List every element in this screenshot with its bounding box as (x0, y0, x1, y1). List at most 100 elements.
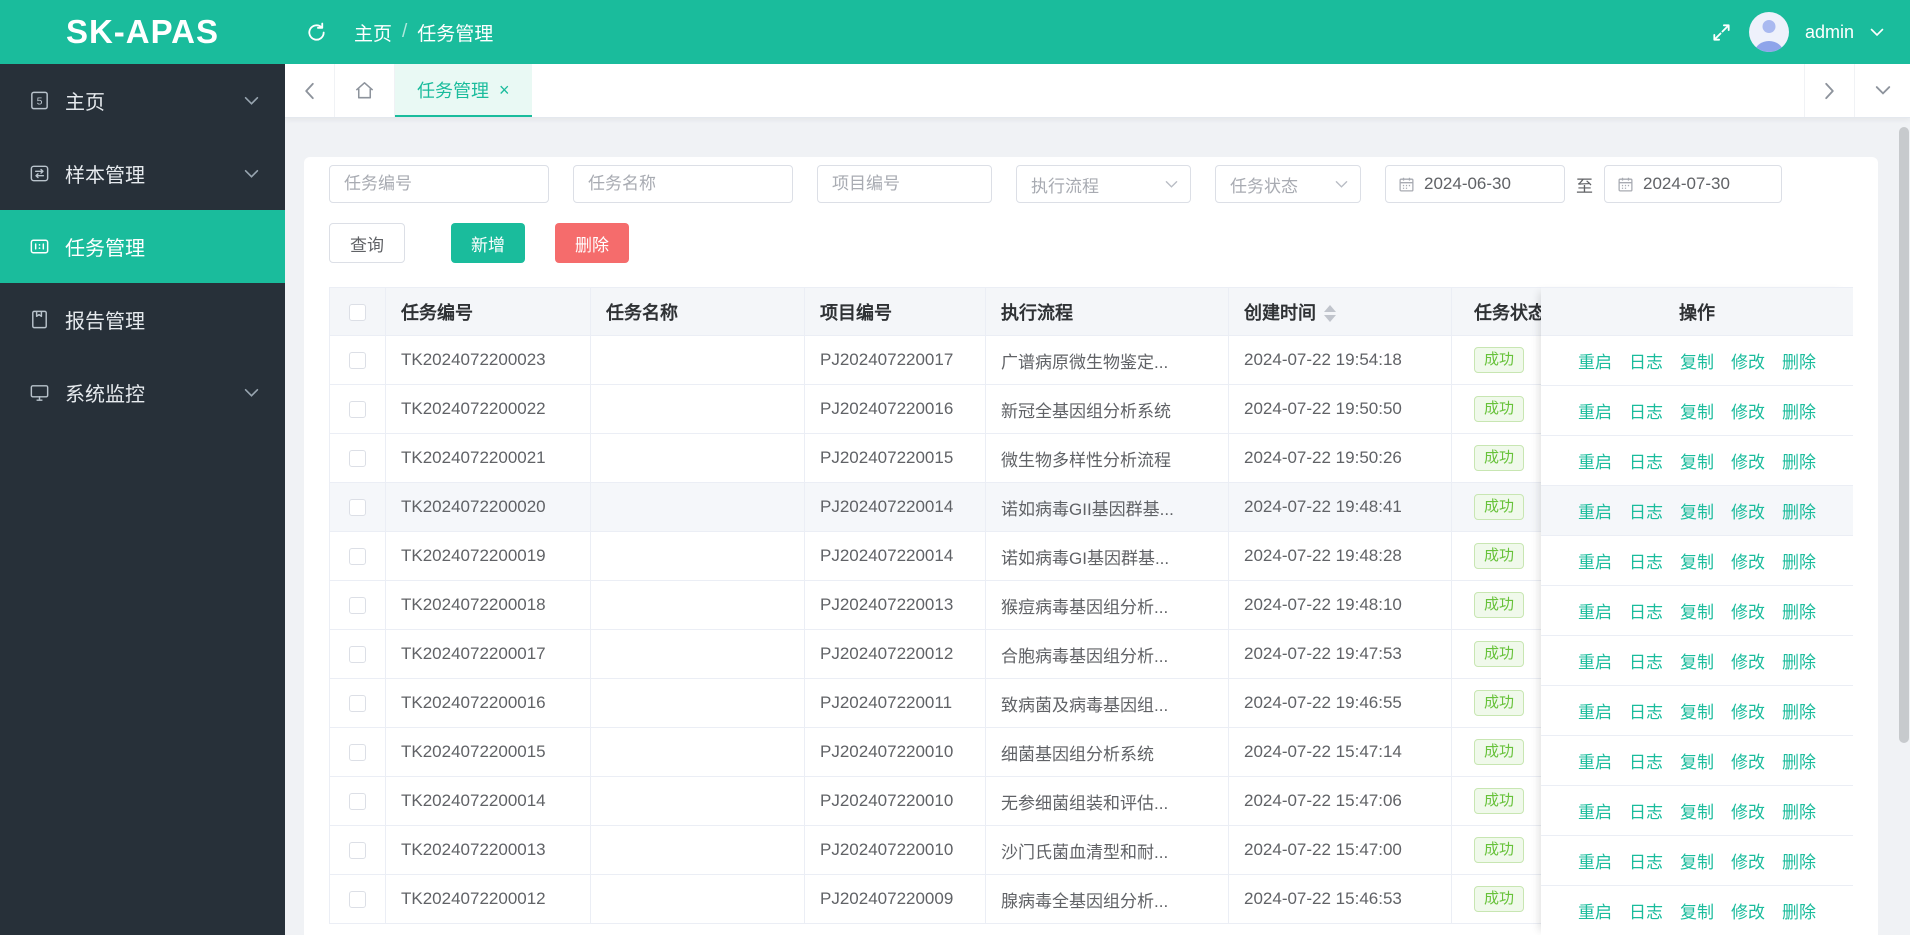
row-action-delete-link[interactable]: 删除 (1782, 798, 1816, 823)
row-action-restart-link[interactable]: 重启 (1578, 648, 1612, 673)
row-action-restart-link[interactable]: 重启 (1578, 798, 1612, 823)
delete-button[interactable]: 删除 (555, 223, 629, 263)
sidebar-item-home[interactable]: 5 主页 (0, 64, 285, 137)
row-action-log-link[interactable]: 日志 (1629, 898, 1663, 923)
row-checkbox[interactable] (349, 793, 366, 811)
row-action-log-link[interactable]: 日志 (1629, 648, 1663, 673)
tabs-scroll-left-button[interactable] (285, 64, 335, 117)
row-action-delete-link[interactable]: 删除 (1782, 698, 1816, 723)
start-date-picker[interactable]: 2024-06-30 (1385, 165, 1565, 203)
row-action-restart-link[interactable]: 重启 (1578, 348, 1612, 373)
row-action-modify-link[interactable]: 修改 (1731, 348, 1765, 373)
row-action-modify-link[interactable]: 修改 (1731, 398, 1765, 423)
row-action-restart-link[interactable]: 重启 (1578, 548, 1612, 573)
breadcrumb-home[interactable]: 主页 (354, 19, 392, 46)
row-action-restart-link[interactable]: 重启 (1578, 848, 1612, 873)
row-action-log-link[interactable]: 日志 (1629, 798, 1663, 823)
add-button[interactable]: 新增 (451, 223, 525, 263)
row-action-copy-link[interactable]: 复制 (1680, 698, 1714, 723)
refresh-icon[interactable] (305, 21, 328, 44)
row-action-delete-link[interactable]: 删除 (1782, 548, 1816, 573)
row-action-copy-link[interactable]: 复制 (1680, 748, 1714, 773)
row-action-delete-link[interactable]: 删除 (1782, 648, 1816, 673)
tab-close-icon[interactable]: × (499, 81, 510, 99)
row-checkbox[interactable] (349, 499, 366, 517)
tabs-scroll-right-button[interactable] (1804, 64, 1854, 117)
row-action-copy-link[interactable]: 复制 (1680, 798, 1714, 823)
row-checkbox[interactable] (349, 842, 366, 860)
row-checkbox[interactable] (349, 891, 366, 909)
row-action-modify-link[interactable]: 修改 (1731, 448, 1765, 473)
flow-select[interactable]: 执行流程 (1016, 165, 1191, 203)
project-no-input[interactable] (817, 165, 992, 203)
row-action-restart-link[interactable]: 重启 (1578, 898, 1612, 923)
row-checkbox[interactable] (349, 548, 366, 566)
task-status-select[interactable]: 任务状态 (1215, 165, 1361, 203)
sidebar-item-sample-management[interactable]: 样本管理 (0, 137, 285, 210)
row-action-log-link[interactable]: 日志 (1629, 698, 1663, 723)
row-action-delete-link[interactable]: 删除 (1782, 748, 1816, 773)
task-name-input[interactable] (573, 165, 793, 203)
row-action-modify-link[interactable]: 修改 (1731, 848, 1765, 873)
row-action-modify-link[interactable]: 修改 (1731, 748, 1765, 773)
row-action-restart-link[interactable]: 重启 (1578, 748, 1612, 773)
row-action-modify-link[interactable]: 修改 (1731, 648, 1765, 673)
row-action-restart-link[interactable]: 重启 (1578, 598, 1612, 623)
row-action-copy-link[interactable]: 复制 (1680, 348, 1714, 373)
row-action-restart-link[interactable]: 重启 (1578, 498, 1612, 523)
row-action-copy-link[interactable]: 复制 (1680, 598, 1714, 623)
row-action-delete-link[interactable]: 删除 (1782, 598, 1816, 623)
row-action-modify-link[interactable]: 修改 (1731, 548, 1765, 573)
row-action-log-link[interactable]: 日志 (1629, 448, 1663, 473)
row-checkbox[interactable] (349, 352, 366, 370)
user-avatar[interactable] (1748, 12, 1789, 52)
sidebar-item-task-management[interactable]: 任务管理 (0, 210, 285, 283)
row-checkbox[interactable] (349, 646, 366, 664)
row-action-copy-link[interactable]: 复制 (1680, 548, 1714, 573)
row-action-log-link[interactable]: 日志 (1629, 598, 1663, 623)
row-action-log-link[interactable]: 日志 (1629, 498, 1663, 523)
column-header-created-time[interactable]: 创建时间 (1228, 287, 1452, 336)
row-action-delete-link[interactable]: 删除 (1782, 498, 1816, 523)
row-action-log-link[interactable]: 日志 (1629, 348, 1663, 373)
tab-task-management[interactable]: 任务管理 × (395, 64, 532, 117)
row-action-log-link[interactable]: 日志 (1629, 548, 1663, 573)
row-action-copy-link[interactable]: 复制 (1680, 498, 1714, 523)
row-action-copy-link[interactable]: 复制 (1680, 898, 1714, 923)
row-action-delete-link[interactable]: 删除 (1782, 448, 1816, 473)
row-action-delete-link[interactable]: 删除 (1782, 898, 1816, 923)
user-menu-chevron-down-icon[interactable] (1870, 28, 1884, 37)
home-tab-icon[interactable] (335, 64, 395, 117)
end-date-picker[interactable]: 2024-07-30 (1604, 165, 1782, 203)
row-checkbox[interactable] (349, 401, 366, 419)
row-checkbox[interactable] (349, 450, 366, 468)
row-action-modify-link[interactable]: 修改 (1731, 898, 1765, 923)
row-action-copy-link[interactable]: 复制 (1680, 398, 1714, 423)
row-action-copy-link[interactable]: 复制 (1680, 648, 1714, 673)
row-checkbox[interactable] (349, 597, 366, 615)
row-action-modify-link[interactable]: 修改 (1731, 698, 1765, 723)
sort-carets-icon[interactable] (1324, 305, 1336, 323)
user-name[interactable]: admin (1805, 22, 1854, 43)
row-action-restart-link[interactable]: 重启 (1578, 698, 1612, 723)
row-action-restart-link[interactable]: 重启 (1578, 398, 1612, 423)
select-all-checkbox[interactable] (349, 303, 366, 321)
row-action-log-link[interactable]: 日志 (1629, 398, 1663, 423)
row-action-delete-link[interactable]: 删除 (1782, 348, 1816, 373)
task-no-input[interactable] (329, 165, 549, 203)
row-action-modify-link[interactable]: 修改 (1731, 498, 1765, 523)
sidebar-item-report-management[interactable]: 报告管理 (0, 283, 285, 356)
row-action-delete-link[interactable]: 删除 (1782, 398, 1816, 423)
row-checkbox[interactable] (349, 744, 366, 762)
row-action-modify-link[interactable]: 修改 (1731, 598, 1765, 623)
search-button[interactable]: 查询 (329, 223, 405, 263)
row-action-restart-link[interactable]: 重启 (1578, 448, 1612, 473)
row-checkbox[interactable] (349, 695, 366, 713)
row-action-copy-link[interactable]: 复制 (1680, 448, 1714, 473)
fullscreen-icon[interactable] (1710, 21, 1733, 44)
vertical-scrollbar[interactable] (1899, 127, 1909, 743)
sidebar-item-system-monitor[interactable]: 系统监控 (0, 356, 285, 429)
row-action-log-link[interactable]: 日志 (1629, 748, 1663, 773)
row-action-copy-link[interactable]: 复制 (1680, 848, 1714, 873)
row-action-modify-link[interactable]: 修改 (1731, 798, 1765, 823)
